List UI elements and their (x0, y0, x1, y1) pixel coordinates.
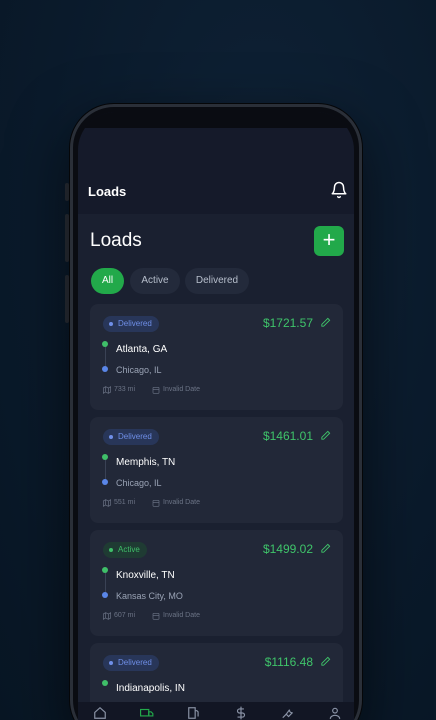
destination-city: Chicago, IL (116, 478, 162, 488)
phone-notch (78, 112, 354, 128)
calendar-icon (152, 613, 160, 620)
distance: 733 mi (114, 386, 136, 393)
load-date: Invalid Date (163, 612, 200, 619)
destination-dot (102, 479, 108, 485)
fuel-icon[interactable] (187, 706, 201, 720)
truck-icon[interactable] (140, 706, 154, 720)
destination-dot (102, 366, 108, 372)
add-load-button[interactable]: + (314, 226, 344, 256)
tab-all[interactable]: All (91, 268, 124, 294)
map-icon (103, 386, 111, 394)
edit-icon[interactable] (320, 317, 331, 328)
load-card[interactable]: Delivered $1721.57 Atlanta, GA Chicago, … (90, 304, 343, 410)
destination-dot (102, 592, 108, 598)
tab-delivered[interactable]: Delivered (185, 268, 249, 294)
loads-page: Loads + All Active Delivered Delivered $… (78, 214, 354, 720)
distance: 607 mi (114, 612, 136, 619)
page-title: Loads (90, 230, 142, 251)
map-icon (103, 612, 111, 620)
phone-volume-up (65, 214, 69, 262)
load-date: Invalid Date (163, 499, 200, 506)
phone-volume-down (65, 275, 69, 323)
bell-icon[interactable] (330, 181, 348, 199)
bottom-nav (78, 702, 354, 720)
home-icon[interactable] (93, 706, 107, 720)
calendar-icon (152, 500, 160, 507)
load-price: $1721.57 (262, 316, 313, 330)
map-icon (103, 499, 111, 507)
destination-city: Kansas City, MO (116, 591, 183, 601)
load-card[interactable]: Active $1499.02 Knoxville, TN Kansas Cit… (90, 530, 343, 636)
origin-dot (102, 341, 108, 347)
status-badge: Delivered (103, 316, 159, 332)
status-badge: Delivered (103, 655, 159, 671)
edit-icon[interactable] (320, 543, 331, 554)
load-price: $1499.02 (262, 542, 313, 556)
load-price: $1116.48 (264, 655, 313, 669)
user-icon[interactable] (328, 706, 342, 720)
destination-city: Chicago, IL (116, 365, 162, 375)
origin-dot (102, 567, 108, 573)
phone-screen: Loads Loads + All Active Delivered Deliv… (78, 112, 354, 720)
load-price: $1461.01 (262, 429, 313, 443)
origin-dot (102, 454, 108, 460)
load-date: Invalid Date (163, 386, 200, 393)
origin-city: Memphis, TN (116, 457, 176, 468)
phone-silent-switch (65, 183, 69, 201)
header-title: Loads (88, 184, 127, 199)
edit-icon[interactable] (320, 656, 331, 667)
load-card[interactable]: Delivered $1461.01 Memphis, TN Chicago, … (90, 417, 343, 523)
tab-active[interactable]: Active (130, 268, 180, 294)
status-badge: Delivered (103, 429, 159, 445)
status-badge: Active (103, 542, 147, 558)
wrench-icon[interactable] (281, 706, 295, 720)
dollar-icon[interactable] (234, 706, 248, 720)
calendar-icon (152, 387, 160, 394)
origin-dot (102, 680, 108, 686)
edit-icon[interactable] (320, 430, 331, 441)
app-header: Loads (78, 170, 354, 214)
distance: 551 mi (114, 499, 136, 506)
origin-city: Indianapolis, IN (116, 683, 185, 694)
origin-city: Atlanta, GA (116, 344, 168, 355)
origin-city: Knoxville, TN (116, 570, 175, 581)
